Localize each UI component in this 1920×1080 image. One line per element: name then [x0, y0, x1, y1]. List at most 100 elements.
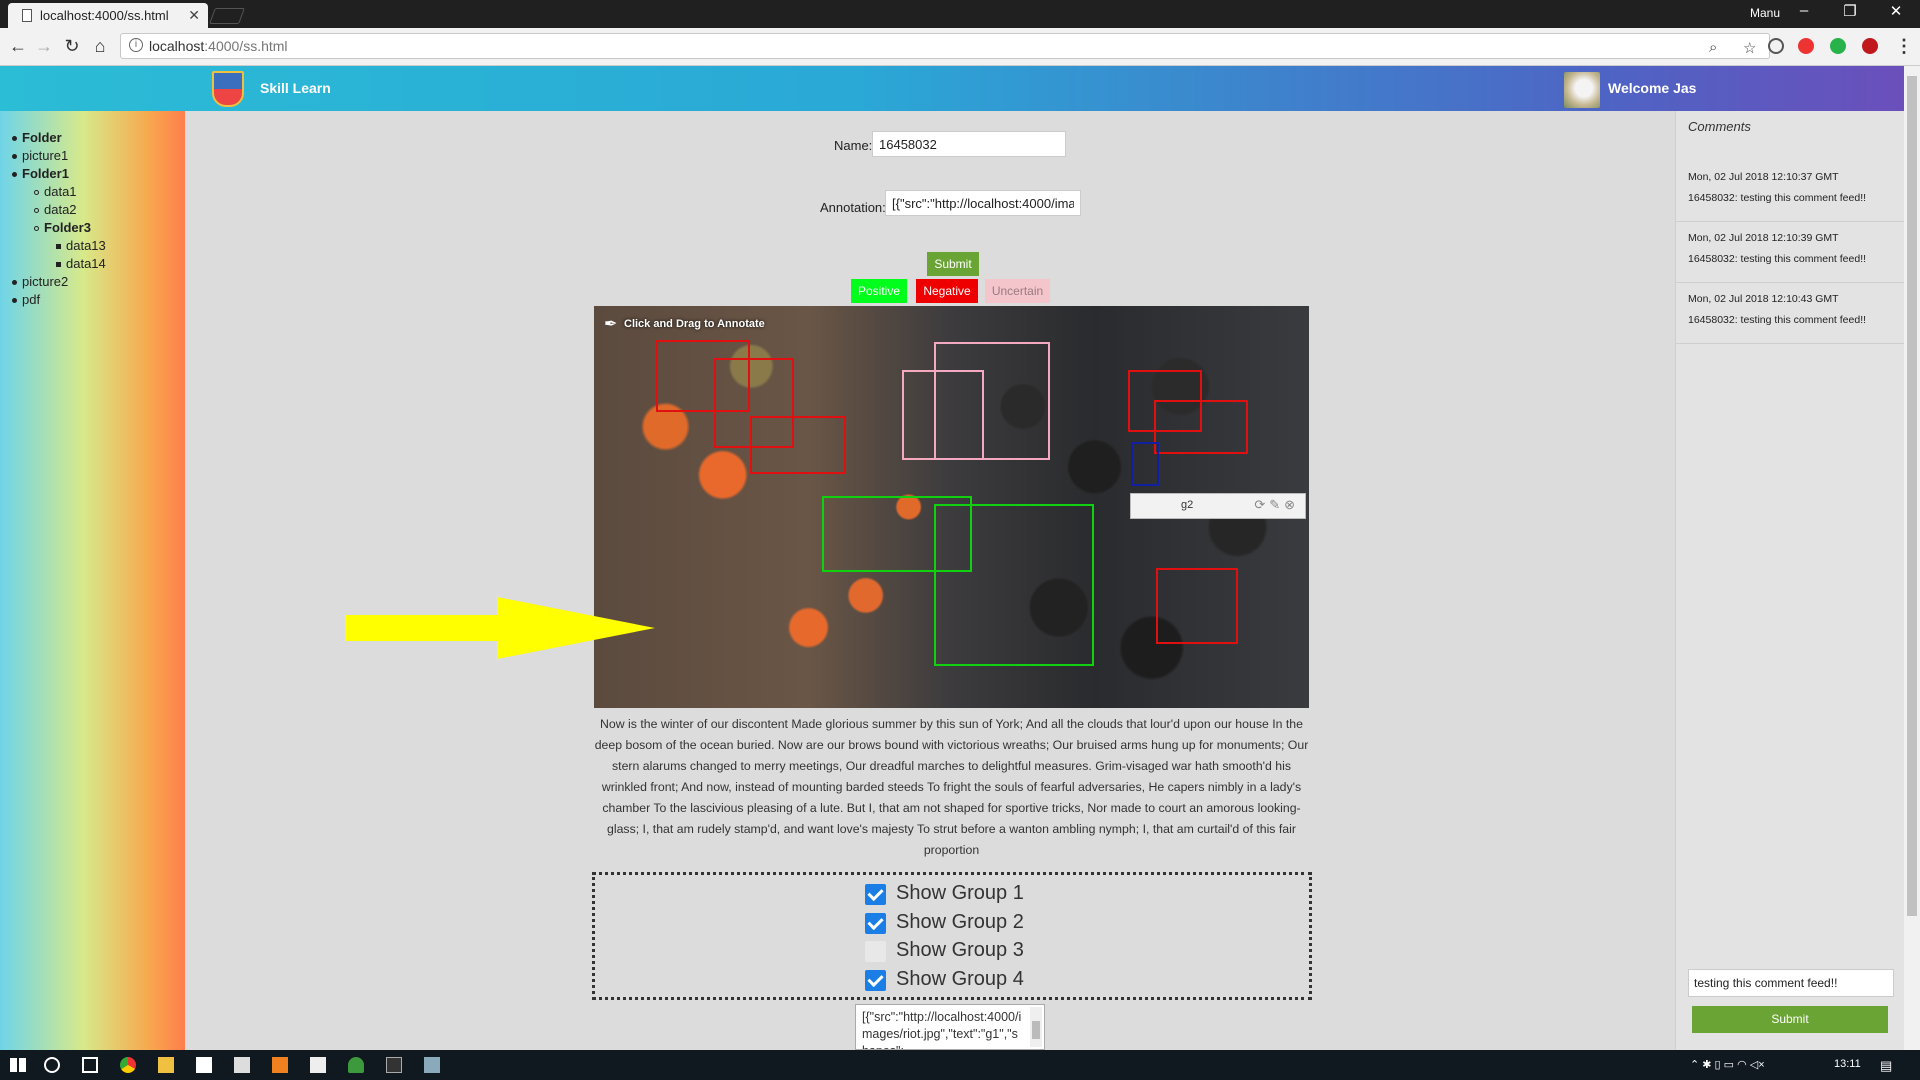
reload-icon[interactable]: ↻ — [60, 36, 84, 57]
sublime-icon[interactable] — [272, 1057, 288, 1073]
terminal-icon[interactable] — [386, 1057, 402, 1073]
app-header: Skill Learn Welcome Jas — [0, 66, 1904, 111]
notifications-icon[interactable]: ▤ — [1880, 1058, 1892, 1074]
browser-toolbar: ← → ↻ ⌂ i localhost:4000/ss.html ⌕ ☆ ⋮ — [0, 28, 1920, 66]
comments-panel: Comments Mon, 02 Jul 2018 12:10:37 GMT 1… — [1675, 111, 1905, 1050]
extension-shield-icon[interactable] — [1798, 38, 1814, 54]
annotation-box[interactable] — [1131, 442, 1159, 486]
comment-text: 16458032: testing this comment feed!! — [1688, 192, 1867, 204]
close-window-icon[interactable]: ✕ — [1876, 2, 1916, 20]
annotation-box[interactable] — [934, 504, 1094, 666]
home-icon[interactable]: ⌂ — [88, 36, 112, 57]
tree-item-folder3[interactable]: Folder3 — [6, 219, 185, 237]
annotation-box[interactable] — [750, 416, 846, 474]
pen-icon: ✒ — [604, 316, 618, 333]
comments-title: Comments — [1688, 119, 1751, 134]
address-bar[interactable]: i localhost:4000/ss.html ⌕ ☆ — [120, 33, 1770, 59]
tree-item-picture2[interactable]: picture2 — [6, 273, 185, 291]
avatar[interactable] — [1564, 72, 1600, 108]
app-icon[interactable] — [424, 1057, 440, 1073]
app-icon[interactable] — [348, 1057, 364, 1073]
annotation-box[interactable] — [1154, 400, 1248, 454]
page-scrollbar[interactable] — [1904, 66, 1920, 1050]
bookmark-star-icon[interactable]: ☆ — [1743, 39, 1756, 57]
new-tab-button[interactable] — [209, 8, 245, 24]
comment-time: Mon, 02 Jul 2018 12:10:37 GMT — [1688, 171, 1839, 183]
submit-button[interactable]: Submit — [927, 252, 979, 276]
negative-button[interactable]: Negative — [916, 279, 978, 303]
extension-circle-icon[interactable] — [1768, 38, 1784, 54]
file-explorer-icon[interactable] — [158, 1057, 174, 1073]
back-icon[interactable]: ← — [6, 36, 30, 57]
tree-item-pdf[interactable]: pdf — [6, 291, 185, 309]
json-scrollbar[interactable] — [1030, 1007, 1042, 1047]
tab-close-icon[interactable]: ✕ — [188, 7, 200, 24]
comment-input[interactable] — [1688, 969, 1894, 997]
annotation-json-text: [{"src":"http://localhost:4000/images/ri… — [862, 1010, 1022, 1049]
passage-text: Now is the winter of our discontent Made… — [594, 717, 1309, 857]
minimize-icon[interactable]: – — [1784, 2, 1824, 19]
page-icon — [22, 9, 32, 22]
annotation-tag-text: g2 — [1181, 499, 1194, 511]
tree-item-data13[interactable]: data13 — [6, 237, 185, 255]
tree-item-picture1[interactable]: picture1 — [6, 147, 185, 165]
comment-item: Mon, 02 Jul 2018 12:10:43 GMT 16458032: … — [1676, 283, 1905, 344]
annotatable-image[interactable]: ✒ Click and Drag to Annotate g2 ⟳✎⊗ — [594, 306, 1309, 708]
browser-tab[interactable]: localhost:4000/ss.html ✕ — [8, 3, 208, 28]
comment-text: 16458032: testing this comment feed!! — [1688, 314, 1867, 326]
group-2-label: Show Group 2 — [896, 911, 1024, 933]
annotation-input[interactable] — [885, 190, 1081, 216]
comment-item: Mon, 02 Jul 2018 12:10:37 GMT 16458032: … — [1676, 161, 1905, 222]
restore-icon[interactable]: ❐ — [1830, 2, 1870, 20]
file-tree: Folder picture1 Folder1 data1 data2 Fold… — [6, 129, 185, 309]
name-label: Name: — [834, 138, 873, 153]
annotation-json-output[interactable]: [{"src":"http://localhost:4000/images/ri… — [855, 1004, 1045, 1050]
positive-button[interactable]: Positive — [851, 279, 907, 303]
annotate-hint: Click and Drag to Annotate — [624, 318, 765, 330]
page-scrollbar-thumb[interactable] — [1907, 76, 1917, 916]
tree-item-data1[interactable]: data1 — [6, 183, 185, 201]
uncertain-button[interactable]: Uncertain — [985, 279, 1050, 303]
site-info-icon[interactable]: i — [129, 38, 143, 52]
os-taskbar: ⌃ ✱ ▯ ▭ ◠ ◁× 13:11 ▤ — [0, 1050, 1920, 1080]
chrome-icon[interactable] — [120, 1057, 136, 1073]
ublock-icon[interactable] — [1862, 38, 1878, 54]
annotation-box[interactable] — [934, 342, 1050, 460]
windows-start-icon[interactable] — [10, 1058, 26, 1072]
group-3-checkbox[interactable] — [865, 941, 886, 962]
group-toggles: Show Group 1 Show Group 2 Show Group 3 S… — [592, 872, 1312, 1000]
group-4-checkbox[interactable] — [865, 970, 886, 991]
browser-menu-icon[interactable]: ⋮ — [1892, 36, 1916, 57]
tree-item-data2[interactable]: data2 — [6, 201, 185, 219]
tree-item-folder[interactable]: Folder — [6, 129, 185, 147]
grammarly-icon[interactable] — [1830, 38, 1846, 54]
group-1-checkbox[interactable] — [865, 884, 886, 905]
tray-icons[interactable]: ⌃ ✱ ▯ ▭ ◠ ◁× — [1690, 1058, 1765, 1071]
annotation-box[interactable] — [1156, 568, 1238, 644]
brand-title[interactable]: Skill Learn — [260, 80, 331, 96]
main-content: Name: Annotation: Submit Positive Negati… — [185, 111, 1675, 1050]
comment-submit-button[interactable]: Submit — [1692, 1006, 1888, 1033]
annotation-tag-editor[interactable]: g2 ⟳✎⊗ — [1130, 493, 1306, 519]
group-1-label: Show Group 1 — [896, 882, 1024, 904]
group-2-checkbox[interactable] — [865, 913, 886, 934]
tag-edit-delete-icons[interactable]: ⟳✎⊗ — [1254, 497, 1299, 513]
store-icon[interactable] — [196, 1057, 212, 1073]
forward-icon[interactable]: → — [32, 36, 56, 57]
app-logo[interactable] — [212, 71, 244, 107]
mail-icon[interactable] — [234, 1057, 250, 1073]
file-tree-sidebar: Folder picture1 Folder1 data1 data2 Fold… — [0, 111, 185, 1050]
tree-item-folder1[interactable]: Folder1 — [6, 165, 185, 183]
window-user-label: Manu — [1749, 6, 1780, 20]
task-view-icon[interactable] — [82, 1057, 98, 1073]
tree-item-data14[interactable]: data14 — [6, 255, 185, 273]
group-4-label: Show Group 4 — [896, 968, 1024, 990]
comment-time: Mon, 02 Jul 2018 12:10:43 GMT — [1688, 293, 1839, 305]
search-icon[interactable] — [44, 1057, 60, 1073]
comment-text: 16458032: testing this comment feed!! — [1688, 253, 1867, 265]
zoom-icon[interactable]: ⌕ — [1709, 39, 1717, 56]
notes-icon[interactable] — [310, 1057, 326, 1073]
browser-tabbar: localhost:4000/ss.html ✕ Manu – ❐ ✕ — [0, 0, 1920, 28]
name-input[interactable] — [872, 131, 1066, 157]
comment-time: Mon, 02 Jul 2018 12:10:39 GMT — [1688, 232, 1839, 244]
